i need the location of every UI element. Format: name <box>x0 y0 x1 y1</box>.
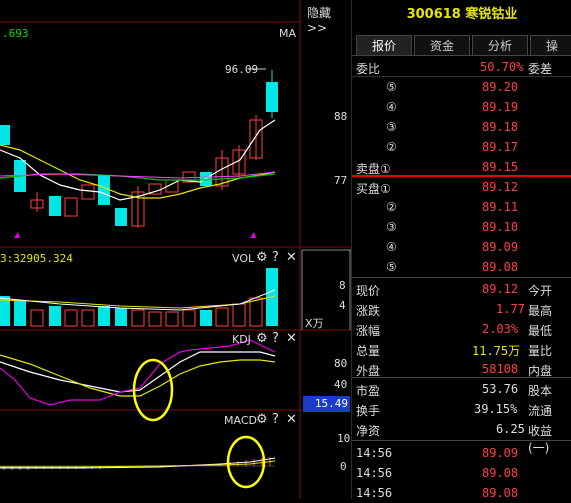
candle <box>98 175 110 205</box>
help-icon[interactable]: ? <box>272 331 279 346</box>
help-icon[interactable]: ? <box>272 250 279 265</box>
vol-label: VOL <box>232 252 255 265</box>
help-icon[interactable]: ? <box>272 412 279 427</box>
macd-tick-10: 10 <box>337 432 351 445</box>
ratio-value: 50.70% <box>480 60 524 74</box>
kdj-tick-40: 40 <box>334 378 348 391</box>
candle <box>64 197 78 217</box>
tick-row: 14:56 89.08 <box>356 466 519 480</box>
sell-row[interactable]: ⑤ 89.20 <box>352 77 571 97</box>
quote-row-price: 现价 89.12 今开 <box>356 282 553 298</box>
high-price-annotation: 96.09 <box>225 63 259 76</box>
tick-row: 14:56 89.09 <box>356 446 519 460</box>
quote-panel: 300618 寒锐钴业 报价 资金 分析 操 委比 50.70% 委差 ⑤ 89.… <box>351 0 571 500</box>
quote-row-change: 涨跌 1.77 最高 <box>356 302 553 318</box>
close-icon[interactable]: ✕ <box>286 331 297 346</box>
stock-header: 300618 寒锐钴业 <box>352 0 571 30</box>
gear-icon[interactable]: ⚙ <box>256 331 268 346</box>
tick-row: 14:56 89.08 <box>356 486 519 500</box>
close-icon[interactable]: ✕ <box>286 250 297 265</box>
buy-row[interactable]: 买盘① 89.12 <box>352 177 571 197</box>
buy-row[interactable]: ⑤ 89.08 <box>352 257 571 277</box>
candle <box>0 125 10 145</box>
kdj-tick-80: 80 <box>334 357 348 370</box>
close-icon[interactable]: ✕ <box>286 412 297 427</box>
y-tick-88: 88 <box>334 110 348 123</box>
fund-row-nav: 净资 6.25 收益(一) <box>356 422 553 455</box>
volume-bars <box>0 268 278 327</box>
buy-row[interactable]: ③ 89.10 <box>352 217 571 237</box>
tab-analysis[interactable]: 分析 <box>472 35 528 56</box>
macd-tick-0: 0 <box>340 460 347 473</box>
top-value: .693 <box>2 27 29 40</box>
quote-row-volume: 总量 11.75万 量比 <box>356 344 553 358</box>
vol-tick-4: 4 <box>339 299 346 312</box>
tab-funds[interactable]: 资金 <box>414 35 470 56</box>
fund-row-turnover: 换手 39.15% 流通 <box>356 402 553 418</box>
buy-row[interactable]: ② 89.11 <box>352 197 571 217</box>
chart-svg[interactable] <box>0 0 351 499</box>
marker <box>250 232 256 238</box>
order-ratio-row: 委比 50.70% 委差 <box>352 57 571 77</box>
candle <box>49 196 61 216</box>
gear-icon[interactable]: ⚙ <box>256 412 268 427</box>
ma-extra-line <box>0 171 276 179</box>
kdj-value-badge: 15.49 <box>303 396 350 412</box>
gear-icon[interactable]: ⚙ <box>256 250 268 265</box>
kline-chart-area[interactable]: .693 MA 隐藏>> 96.09 88 77 VOL 3:32905.324… <box>0 0 351 499</box>
buy-row[interactable]: ④ 89.09 <box>352 237 571 257</box>
vol-value: 3:32905.324 <box>0 252 73 265</box>
vol-unit: X万 <box>305 317 324 330</box>
candle <box>81 184 95 200</box>
vol-tick-8: 8 <box>339 279 346 292</box>
hide-panel-button[interactable]: 隐藏>> <box>307 4 351 35</box>
sell-row[interactable]: 卖盘① 89.15 <box>352 157 571 177</box>
marker <box>14 232 20 238</box>
quote-row-pct: 涨幅 2.03% 最低 <box>356 322 553 338</box>
kdj-label: KDJ <box>232 333 251 346</box>
sell-row[interactable]: ③ 89.18 <box>352 117 571 137</box>
stock-name: 寒锐钴业 <box>465 7 518 22</box>
macd-label: MACD <box>224 414 257 427</box>
diff-label: 委差 <box>528 62 553 76</box>
ma-label: MA <box>279 27 297 40</box>
stock-code: 300618 <box>406 7 461 22</box>
tab-more[interactable]: 操 <box>530 35 571 56</box>
ratio-label: 委比 <box>356 62 381 76</box>
quote-row-outer: 外盘 58108 内盘 <box>356 362 553 378</box>
candle <box>115 208 127 226</box>
sell-row[interactable]: ② 89.17 <box>352 137 571 157</box>
tab-quote[interactable]: 报价 <box>356 35 412 56</box>
sell-row[interactable]: ④ 89.19 <box>352 97 571 117</box>
fund-row-pe: 市盈 53.76 股本 <box>356 382 553 398</box>
y-tick-77: 77 <box>334 174 348 187</box>
candles <box>0 70 278 228</box>
